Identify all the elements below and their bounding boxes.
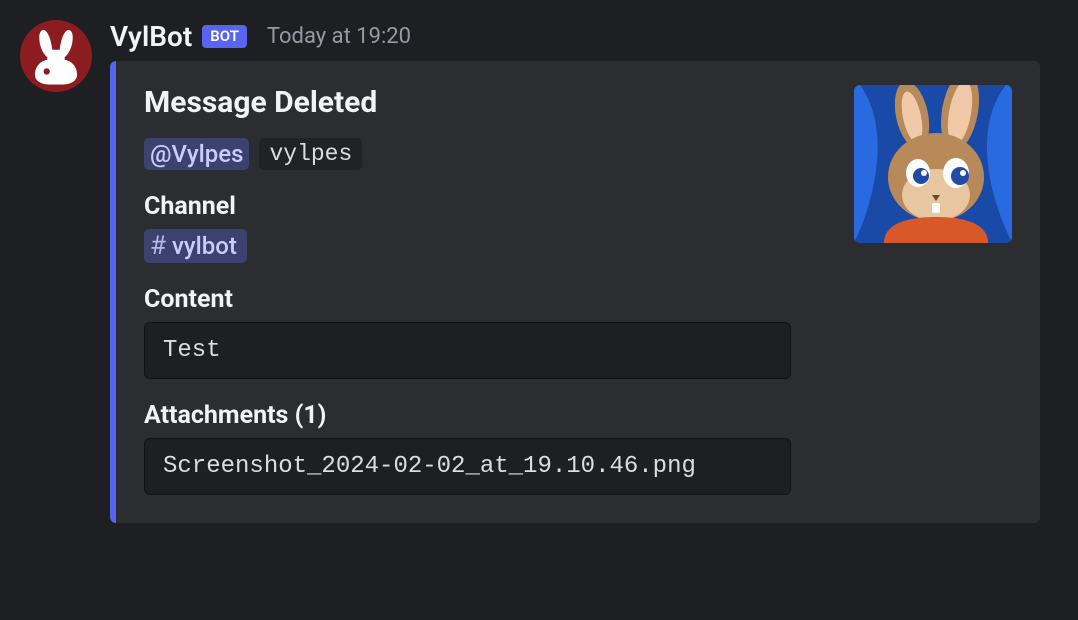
content-value: Test [144,322,791,379]
user-mention[interactable]: @Vylpes [144,138,249,170]
message-container: VylBot BOT Today at 19:20 Message Delete… [0,0,1078,539]
message-timestamp: Today at 19:20 [267,24,411,49]
bot-avatar[interactable] [20,20,92,92]
attachments-value: Screenshot_2024-02-02_at_19.10.46.png [144,438,791,495]
rabbit-icon [25,25,87,87]
author-name[interactable]: VylBot [110,20,192,53]
embed-container: Message Deleted @Vylpes vylpes Channel #… [110,61,1040,523]
thumbnail-image [854,85,1012,243]
channel-field-label: Channel [144,192,834,221]
embed-thumbnail[interactable] [854,85,1012,243]
bot-badge: BOT [202,25,247,49]
channel-mention[interactable]: # vylbot [144,229,247,263]
message-header: VylBot BOT Today at 19:20 [110,20,1062,53]
channel-name: vylbot [172,232,237,260]
embed-user-row: @Vylpes vylpes [144,138,834,170]
user-tag: vylpes [259,138,362,170]
message-body: VylBot BOT Today at 19:20 Message Delete… [110,20,1062,523]
embed-title: Message Deleted [144,85,834,120]
embed-main: Message Deleted @Vylpes vylpes Channel #… [144,85,834,495]
content-field-label: Content [144,285,834,314]
hash-icon: # [150,231,166,261]
attachments-field-label: Attachments (1) [144,401,834,430]
